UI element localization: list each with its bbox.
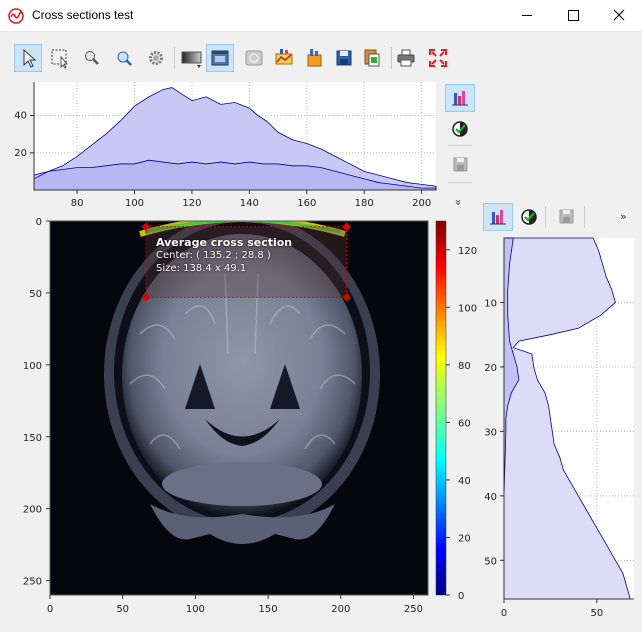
zoom-rect-icon	[51, 49, 68, 69]
maximize-icon	[568, 10, 579, 21]
zoom-out-icon	[85, 51, 99, 65]
check-circle-icon	[521, 209, 537, 225]
colorbar-tick-label: 40	[458, 476, 471, 487]
right-cross-section-plot[interactable]: 0 50 10 20 30 40 50	[470, 232, 642, 632]
check-circle-icon	[452, 121, 468, 137]
right-y-tick-label: 10	[484, 298, 497, 309]
roi-label-title: Average cross section	[156, 236, 293, 249]
roi-label-center: Center: ( 135.2 ; 28.8 )	[156, 250, 271, 261]
right-y-tick-label: 40	[484, 492, 497, 503]
colorbar-tick-label: 60	[458, 418, 471, 429]
top-plot-save-button[interactable]	[445, 151, 475, 179]
image-view-button[interactable]	[206, 44, 234, 72]
colorbar-tick-label: 0	[458, 591, 464, 602]
save-disabled-icon	[559, 209, 574, 224]
save-disabled-icon	[453, 157, 468, 172]
settings-button[interactable]	[142, 44, 170, 72]
minimize-icon	[522, 15, 532, 16]
zoom-in-button[interactable]	[110, 44, 138, 72]
colorbar[interactable]	[435, 220, 447, 596]
toolbar-separator	[174, 47, 175, 69]
stats-icon	[275, 49, 293, 65]
top-x-tick-label: 100	[125, 198, 144, 209]
right-x-tick-label: 50	[590, 608, 603, 619]
right-plot-check-button[interactable]	[514, 203, 544, 231]
close-icon	[613, 9, 625, 21]
image-x-tick-label: 0	[47, 604, 53, 615]
roi-label: Average cross section Center: ( 135.2 ; …	[156, 236, 292, 275]
right-plot-save-button[interactable]	[551, 203, 581, 231]
top-x-tick-label: 80	[71, 198, 84, 209]
select-tool-button[interactable]	[14, 44, 42, 72]
info-icon	[245, 50, 263, 66]
right-y-tick-label: 20	[484, 363, 497, 374]
image-x-tick-label: 200	[331, 604, 350, 615]
info-button[interactable]	[240, 44, 268, 72]
close-button[interactable]	[596, 0, 642, 31]
colorbar-tick-label: 20	[458, 533, 471, 544]
image-x-tick-label: 250	[404, 604, 423, 615]
save-icon	[336, 50, 352, 66]
grid-icon	[307, 49, 322, 67]
top-plot-check-button[interactable]	[445, 115, 475, 143]
image-x-tick-label: 50	[116, 604, 129, 615]
minimize-button[interactable]	[504, 0, 550, 31]
right-y-tick-label: 30	[484, 427, 497, 438]
top-x-tick-label: 120	[182, 198, 201, 209]
top-cross-section-plot[interactable]: 80 100 120 140 160 180 200 20 40	[0, 78, 442, 214]
right-x-tick-label: 0	[501, 608, 507, 619]
top-plot-curve-button[interactable]	[445, 84, 475, 112]
right-plot-more-chevron[interactable]: »	[620, 210, 627, 223]
image-y-tick-label: 0	[36, 217, 42, 228]
image-x-tick-label: 100	[186, 604, 205, 615]
app-logo-icon	[8, 8, 24, 24]
image-y-tick-label: 50	[29, 289, 42, 300]
image-y-tick-label: 150	[23, 433, 42, 444]
side-separator	[448, 182, 472, 183]
image-y-tick-label: 200	[23, 505, 42, 516]
bar-chart-icon	[452, 91, 468, 106]
image-y-tick-label: 250	[23, 577, 42, 588]
top-x-tick-label: 140	[240, 198, 259, 209]
top-x-tick-label: 180	[355, 198, 374, 209]
copy-button[interactable]	[358, 44, 386, 72]
print-button[interactable]	[392, 44, 420, 72]
image-view-icon	[211, 50, 229, 66]
zoom-in-icon	[117, 51, 132, 66]
top-x-tick-label: 200	[412, 198, 431, 209]
right-plot-curve-button[interactable]	[483, 203, 513, 231]
colorbar-tick-label: 80	[458, 361, 471, 372]
window-title: Cross sections test	[32, 8, 134, 22]
grid-button[interactable]	[300, 44, 328, 72]
top-x-tick-label: 160	[297, 198, 316, 209]
top-y-tick-label: 40	[14, 111, 27, 122]
zoom-out-button[interactable]	[78, 44, 106, 72]
right-y-tick-label: 50	[484, 556, 497, 567]
image-y-tick-label: 100	[23, 361, 42, 372]
colormap-icon	[181, 51, 202, 68]
zoom-rect-button[interactable]	[46, 44, 74, 72]
side-separator	[545, 206, 546, 228]
fullscreen-button[interactable]	[424, 44, 452, 72]
print-icon	[397, 49, 415, 67]
image-x-tick-label: 150	[259, 604, 278, 615]
colormap-button[interactable]	[178, 44, 206, 72]
maximize-button[interactable]	[550, 0, 596, 31]
copy-icon	[364, 49, 380, 67]
roi-label-size: Size: 138.4 x 49.1	[156, 263, 247, 274]
top-y-tick-label: 20	[14, 148, 27, 159]
settings-gear-icon	[149, 51, 163, 65]
save-button[interactable]	[330, 44, 358, 72]
select-arrow-icon	[23, 48, 37, 68]
side-separator	[448, 145, 472, 146]
side-separator	[584, 206, 585, 228]
fullscreen-icon	[429, 49, 447, 67]
bar-chart-icon	[490, 210, 506, 225]
stats-button[interactable]	[270, 44, 298, 72]
title-bar: Cross sections test	[0, 0, 642, 32]
image-plot[interactable]: 0 50 100 150 200 250 0 50 100 150 200 250 0 20 40 60 80…	[0, 214, 480, 632]
top-plot-more-chevron[interactable]: »	[452, 199, 465, 206]
